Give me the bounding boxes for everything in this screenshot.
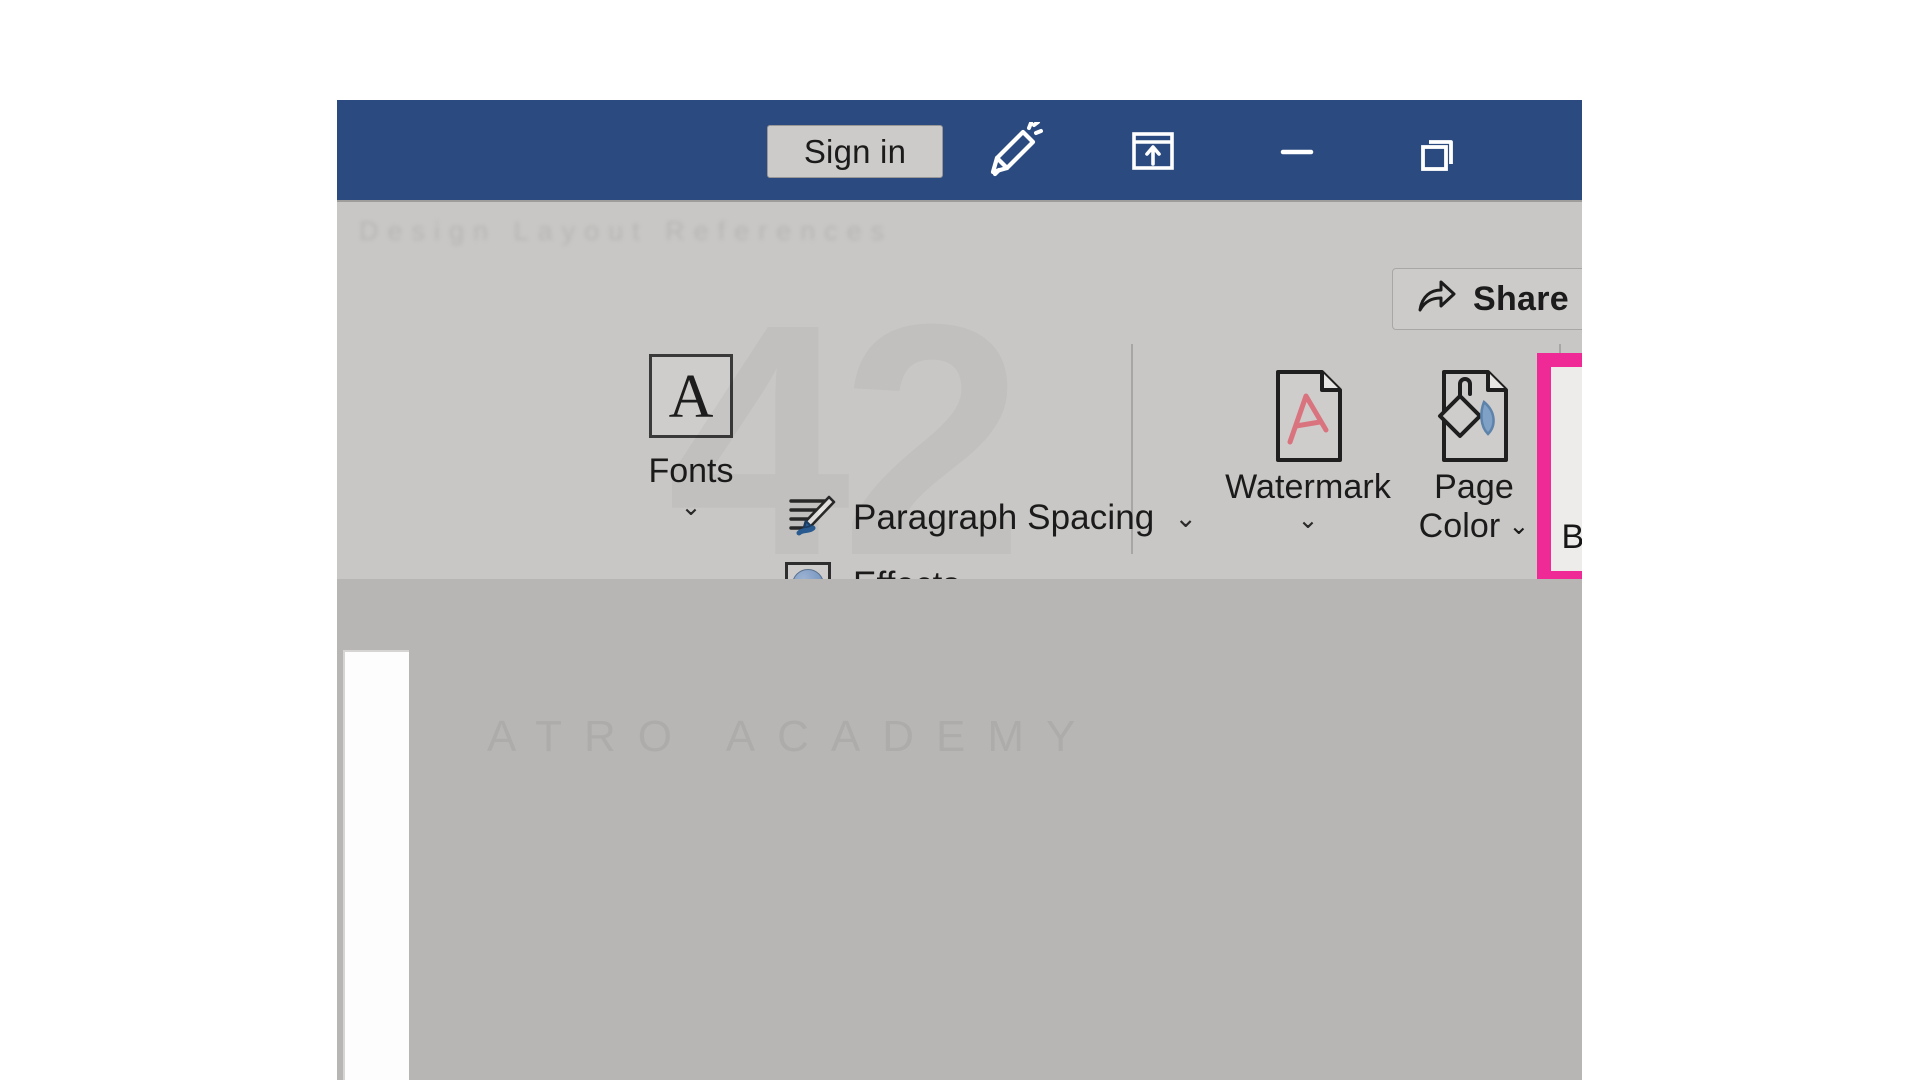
watermark-button[interactable]: Watermark ⌄ xyxy=(1213,364,1403,533)
fonts-glyph: A xyxy=(668,363,714,431)
fonts-chevron-down-icon[interactable]: ⌄ xyxy=(640,495,742,520)
share-arrow-icon xyxy=(1417,279,1457,320)
page-borders-icon xyxy=(1575,373,1582,477)
paragraph-spacing-chevron-down-icon[interactable]: ⌄ xyxy=(1174,503,1197,534)
watermark-page-icon xyxy=(1213,364,1403,468)
page-borders-highlight: Page Borders xyxy=(1537,353,1582,585)
share-button[interactable]: Share xyxy=(1392,268,1582,330)
ribbon-display-options-icon[interactable] xyxy=(1123,122,1183,180)
minimize-button[interactable] xyxy=(1267,122,1327,180)
word-application-window: Sign in Design Layout References Share A… xyxy=(337,100,1582,1080)
screenshot-canvas: Sign in Design Layout References Share A… xyxy=(0,0,1920,1080)
document-canvas[interactable] xyxy=(337,579,1582,1080)
share-label: Share xyxy=(1473,279,1569,318)
paragraph-spacing-label: Paragraph Spacing xyxy=(853,498,1155,537)
sign-in-button[interactable]: Sign in xyxy=(767,125,943,178)
pen-ink-icon[interactable] xyxy=(985,122,1045,180)
ribbon-tabs-ghost: Design Layout References xyxy=(359,216,894,246)
ribbon: Design Layout References Share A Fonts ⌄ xyxy=(337,200,1582,785)
watermark-chevron-down-icon[interactable]: ⌄ xyxy=(1213,507,1403,533)
page-borders-label-line1: Page xyxy=(1581,477,1582,517)
sign-in-label: Sign in xyxy=(803,133,907,170)
restore-down-button[interactable] xyxy=(1409,122,1469,180)
paragraph-spacing-icon xyxy=(785,492,837,544)
fonts-a-icon: A xyxy=(649,354,733,438)
document-page[interactable] xyxy=(343,650,409,1080)
page-color-chevron-down-icon[interactable]: ⌄ xyxy=(1508,507,1529,546)
page-color-label-line2: Color xyxy=(1418,507,1501,545)
paragraph-spacing-button[interactable]: Paragraph Spacing ⌄ xyxy=(785,490,1197,546)
title-bar: Sign in xyxy=(337,100,1582,200)
page-borders-button[interactable]: Page Borders xyxy=(1551,367,1582,571)
fonts-label: Fonts xyxy=(648,452,734,490)
page-borders-label-line2: Borders xyxy=(1561,518,1582,556)
fonts-button[interactable]: A Fonts ⌄ xyxy=(640,354,742,590)
watermark-label: Watermark xyxy=(1225,468,1391,506)
